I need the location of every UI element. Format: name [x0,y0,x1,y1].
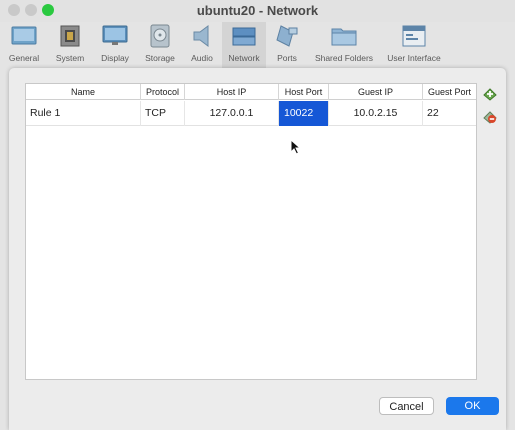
remove-rule-icon[interactable] [483,110,497,124]
toolbar-label: Shared Folders [314,53,374,63]
ok-button[interactable]: OK [446,397,499,415]
general-icon [11,26,37,45]
cell-host-ip[interactable]: 127.0.0.1 [185,101,279,126]
cell-guest-port[interactable]: 22 [423,101,476,126]
toolbar-label: Ports [277,53,297,63]
mouse-pointer-icon [290,139,302,155]
cancel-button[interactable]: Cancel [379,397,434,415]
settings-toolbar: General System Display Storage Audio Net… [0,22,515,68]
storage-disk-icon [150,24,170,48]
toolbar-label: User Interface [387,53,441,63]
column-header-guest-ip[interactable]: Guest IP [329,84,423,100]
toolbar-label: Network [228,53,260,63]
cell-guest-ip[interactable]: 10.0.2.15 [329,101,423,126]
window-title: ubuntu20 - Network [196,3,319,18]
cell-host-port[interactable]: 10022 [279,101,329,126]
toolbar-storage[interactable]: Storage [138,22,182,68]
toolbar-system[interactable]: System [48,22,92,68]
toolbar-general[interactable]: General [0,22,48,68]
column-header-host-ip[interactable]: Host IP [185,84,279,100]
table-header: Name Protocol Host IP Host Port Guest IP… [26,84,476,100]
toolbar-label: General [8,53,40,63]
audio-speaker-icon [193,25,209,47]
toolbar-audio[interactable]: Audio [182,22,222,68]
column-header-guest-port[interactable]: Guest Port [423,84,476,100]
ports-icon [276,25,298,47]
toolbar-display[interactable]: Display [92,22,138,68]
column-header-protocol[interactable]: Protocol [141,84,185,100]
shared-folders-icon [331,28,357,46]
toolbar-label: Display [101,53,129,63]
toolbar-network[interactable]: Network [222,22,266,68]
toolbar-shared-folders[interactable]: Shared Folders [308,22,380,68]
toolbar-label: Storage [145,53,175,63]
column-header-name[interactable]: Name [26,84,141,100]
network-icon [232,27,256,46]
system-chip-icon [60,25,80,47]
user-interface-icon [402,25,426,47]
display-monitor-icon [102,25,128,45]
port-forwarding-table: Name Protocol Host IP Host Port Guest IP… [25,83,477,380]
title-bar: ubuntu20 - Network [0,0,515,22]
toolbar-label: System [55,53,85,63]
port-forwarding-window: ubuntu20 - Network General System Displa… [0,0,515,430]
cell-name[interactable]: Rule 1 [26,101,141,126]
table-row[interactable]: Rule 1 TCP 127.0.0.1 10022 10.0.2.15 22 [26,101,476,126]
cell-protocol[interactable]: TCP [141,101,185,126]
column-header-host-port[interactable]: Host Port [279,84,329,100]
toolbar-user-interface[interactable]: User Interface [380,22,448,68]
add-rule-icon[interactable] [483,87,497,101]
toolbar-ports[interactable]: Ports [266,22,308,68]
toolbar-label: Audio [191,53,213,63]
